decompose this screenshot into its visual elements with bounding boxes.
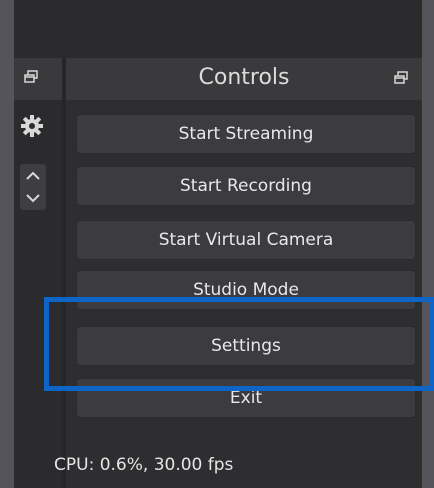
controls-title: Controls	[198, 65, 290, 90]
adjacent-panel-header	[14, 58, 62, 100]
start-virtual-camera-button[interactable]: Start Virtual Camera	[76, 220, 416, 260]
float-icon[interactable]	[394, 70, 408, 84]
chevron-down-icon[interactable]	[25, 191, 41, 205]
top-strip	[14, 0, 422, 58]
float-icon[interactable]	[24, 69, 38, 83]
cpu-fps-status: CPU: 0.6%, 30.00 fps	[54, 455, 234, 475]
move-up-down-button[interactable]	[20, 164, 46, 210]
settings-button[interactable]: Settings	[76, 326, 416, 366]
exit-button[interactable]: Exit	[76, 378, 416, 418]
start-streaming-button[interactable]: Start Streaming	[76, 114, 416, 154]
controls-dock-header: Controls	[66, 58, 422, 100]
window-right-border	[422, 0, 434, 488]
studio-mode-button[interactable]: Studio Mode	[76, 270, 416, 310]
start-recording-button[interactable]: Start Recording	[76, 166, 416, 206]
chevron-up-icon[interactable]	[25, 169, 41, 183]
window-left-border	[0, 0, 14, 488]
gear-icon[interactable]	[20, 114, 44, 138]
